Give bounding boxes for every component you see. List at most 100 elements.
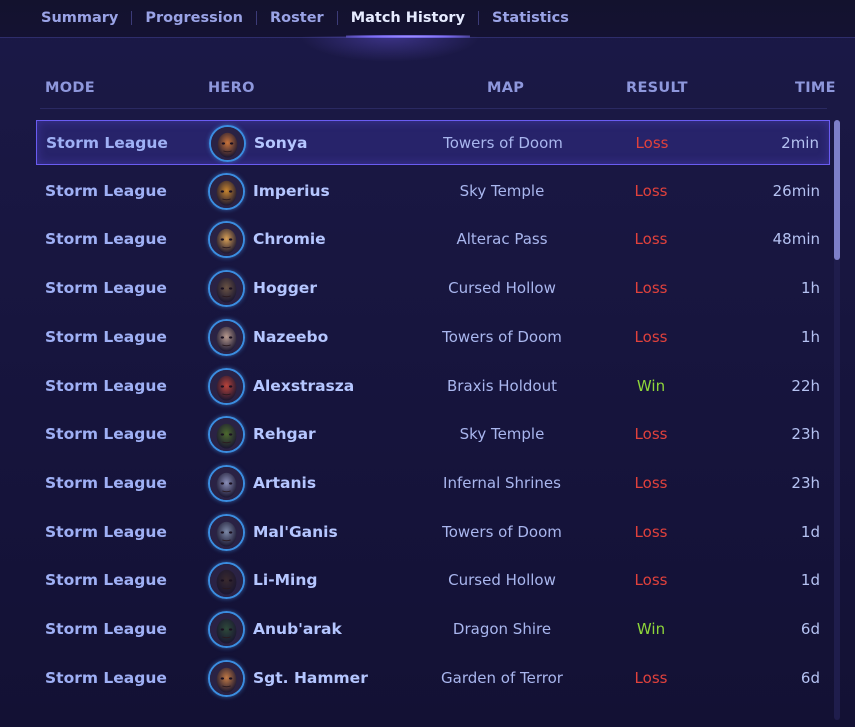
hero-name: Li-Ming xyxy=(253,571,318,589)
hero-portrait-icon xyxy=(208,611,245,648)
table-row[interactable]: Storm League Hogger Cursed Hollow Loss 1h xyxy=(36,266,830,311)
hero-portrait-icon xyxy=(208,660,245,697)
map-cell: Sky Temple xyxy=(459,182,545,200)
scrollbar-thumb[interactable] xyxy=(834,120,840,260)
result-cell: Loss xyxy=(634,328,668,346)
map-cell: Sky Temple xyxy=(459,425,545,443)
mode-cell: Storm League xyxy=(45,230,167,248)
table-row[interactable]: Storm League Alexstrasza Braxis Holdout Win… xyxy=(36,364,830,409)
hero-name: Imperius xyxy=(253,182,330,200)
hero-portrait-icon xyxy=(208,514,245,551)
table-row[interactable]: Storm League Imperius Sky Temple Loss 26min xyxy=(36,169,830,214)
hero-portrait-icon xyxy=(208,173,245,210)
result-cell: Win xyxy=(636,377,666,395)
map-cell: Towers of Doom xyxy=(442,328,562,346)
table-row[interactable]: Storm League Rehgar Sky Temple Loss 23h xyxy=(36,412,830,457)
column-header-map[interactable]: MAP xyxy=(487,80,524,96)
result-cell: Loss xyxy=(634,571,668,589)
map-cell: Cursed Hollow xyxy=(448,279,556,297)
table-row[interactable]: Storm League Chromie Alterac Pass Loss 48min xyxy=(36,217,830,262)
mode-cell: Storm League xyxy=(45,279,167,297)
hero-name: Chromie xyxy=(253,230,326,248)
result-cell: Loss xyxy=(634,523,668,541)
mode-cell: Storm League xyxy=(46,134,168,152)
hero-name: Sonya xyxy=(254,134,308,152)
hero-name: Artanis xyxy=(253,474,317,492)
time-cell: 1d xyxy=(800,571,820,589)
time-cell: 6d xyxy=(800,669,820,687)
hero-portrait-icon xyxy=(208,368,245,405)
map-cell: Towers of Doom xyxy=(443,134,563,152)
table-row[interactable]: Storm League Anub'arak Dragon Shire Win 6d xyxy=(36,607,830,652)
hero-name: Alexstrasza xyxy=(253,377,355,395)
hero-portrait-icon xyxy=(208,465,245,502)
result-cell: Loss xyxy=(634,669,668,687)
mode-cell: Storm League xyxy=(45,669,167,687)
time-cell: 22h xyxy=(791,377,820,395)
table-row[interactable]: Storm League Nazeebo Towers of Doom Loss 1h xyxy=(36,315,830,360)
map-cell: Cursed Hollow xyxy=(448,571,556,589)
result-cell: Loss xyxy=(634,279,668,297)
mode-cell: Storm League xyxy=(45,523,167,541)
hero-name: Nazeebo xyxy=(253,328,329,346)
time-cell: 1h xyxy=(800,279,820,297)
table-row[interactable]: Storm League Sgt. Hammer Garden of Terror L… xyxy=(36,656,830,701)
mode-cell: Storm League xyxy=(45,474,167,492)
time-cell: 6d xyxy=(800,620,820,638)
hero-portrait-icon xyxy=(208,319,245,356)
tab-statistics[interactable]: Statistics xyxy=(479,0,582,36)
time-cell: 1h xyxy=(800,328,820,346)
time-cell: 48min xyxy=(772,230,820,248)
active-tab-glow xyxy=(300,36,480,62)
tab-summary[interactable]: Summary xyxy=(0,0,131,36)
map-cell: Dragon Shire xyxy=(452,620,552,638)
hero-name: Mal'Ganis xyxy=(253,523,338,541)
column-header-hero[interactable]: HERO xyxy=(208,80,255,96)
result-cell: Loss xyxy=(634,425,668,443)
result-cell: Loss xyxy=(634,230,668,248)
tab-progression[interactable]: Progression xyxy=(132,0,256,36)
header-divider xyxy=(40,108,827,109)
tab-bar: Summary Progression Roster Match History… xyxy=(0,0,582,38)
mode-cell: Storm League xyxy=(45,571,167,589)
result-cell: Win xyxy=(636,620,666,638)
tab-match-history[interactable]: Match History xyxy=(338,0,478,38)
hero-portrait-icon xyxy=(209,125,246,162)
time-cell: 2min xyxy=(781,134,819,152)
hero-name: Rehgar xyxy=(253,425,316,443)
result-cell: Loss xyxy=(635,134,669,152)
top-navigation-bar: Summary Progression Roster Match History… xyxy=(0,0,855,38)
table-row[interactable]: Storm League Sonya Towers of Doom Loss 2min xyxy=(36,120,830,165)
scrollbar-track[interactable] xyxy=(834,120,840,720)
column-header-mode[interactable]: MODE xyxy=(45,80,95,96)
mode-cell: Storm League xyxy=(45,425,167,443)
mode-cell: Storm League xyxy=(45,328,167,346)
hero-portrait-icon xyxy=(208,221,245,258)
mode-cell: Storm League xyxy=(45,377,167,395)
time-cell: 23h xyxy=(791,474,820,492)
map-cell: Infernal Shrines xyxy=(443,474,561,492)
result-cell: Loss xyxy=(634,182,668,200)
hero-name: Hogger xyxy=(253,279,317,297)
time-cell: 26min xyxy=(772,182,820,200)
column-header-result[interactable]: RESULT xyxy=(626,80,688,96)
column-header-time[interactable]: TIME xyxy=(795,80,836,96)
table-row[interactable]: Storm League Artanis Infernal Shrines Loss 2… xyxy=(36,461,830,506)
time-cell: 23h xyxy=(791,425,820,443)
hero-name: Sgt. Hammer xyxy=(253,669,368,687)
tab-roster[interactable]: Roster xyxy=(257,0,337,36)
table-header: MODE HERO MAP RESULT TIME xyxy=(0,80,855,102)
table-row[interactable]: Storm League Li-Ming Cursed Hollow Loss 1d xyxy=(36,558,830,603)
time-cell: 1d xyxy=(800,523,820,541)
result-cell: Loss xyxy=(634,474,668,492)
mode-cell: Storm League xyxy=(45,620,167,638)
hero-portrait-icon xyxy=(208,562,245,599)
map-cell: Garden of Terror xyxy=(441,669,563,687)
hero-name: Anub'arak xyxy=(253,620,342,638)
mode-cell: Storm League xyxy=(45,182,167,200)
hero-portrait-icon xyxy=(208,270,245,307)
map-cell: Alterac Pass xyxy=(456,230,548,248)
table-row[interactable]: Storm League Mal'Ganis Towers of Doom Loss 1… xyxy=(36,510,830,555)
hero-portrait-icon xyxy=(208,416,245,453)
map-cell: Towers of Doom xyxy=(442,523,562,541)
